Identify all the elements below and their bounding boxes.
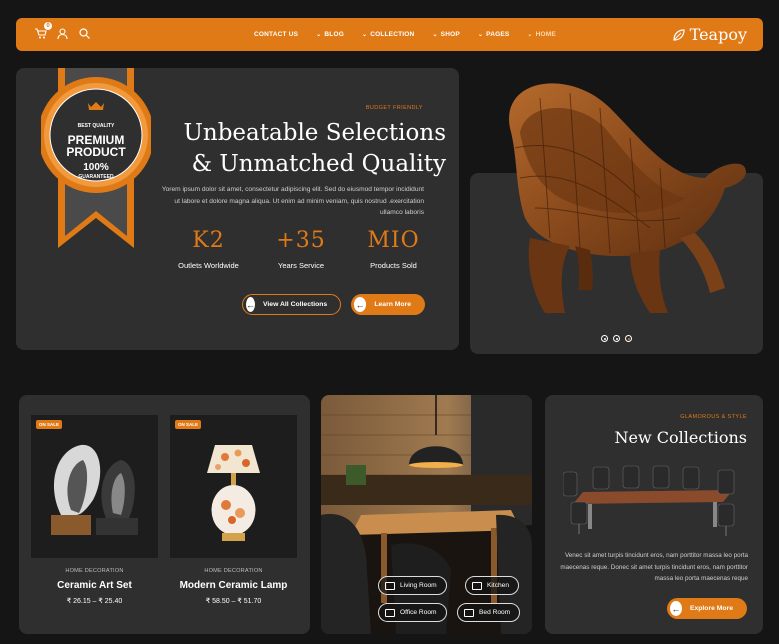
hero-kicker: BUDGET FRIENDLY: [365, 105, 423, 111]
category-tag-living-room[interactable]: Living Room: [378, 576, 447, 595]
hero-description: Yorem ipsum dolor sit amet, consectetur …: [161, 186, 424, 216]
menu-contact-us[interactable]: CONTACT US: [254, 31, 298, 38]
tag-label: Bed Room: [479, 609, 511, 616]
slider-dot-active[interactable]: [625, 335, 632, 342]
new-collections-title: New Collections: [614, 428, 747, 447]
menu-collection[interactable]: ⌄ COLLECTION: [362, 31, 414, 38]
room-categories-card: Living Room Kitchen Office Room Bed Room: [321, 395, 532, 634]
stat-label: Outlets Worldwide: [178, 261, 239, 270]
stat-label: Years Service: [278, 261, 324, 270]
stat-products: MIO Products Sold: [351, 228, 436, 270]
badge-bottom-text: GUARANTEED: [78, 174, 114, 180]
user-icon[interactable]: [56, 27, 69, 40]
category-tag-office-room[interactable]: Office Room: [378, 603, 447, 622]
arrow-left-icon: ←: [246, 297, 255, 312]
product-image[interactable]: ON SALE: [31, 415, 158, 558]
wooden-turtle-chair-image: [480, 68, 750, 328]
stat-value: +35: [276, 228, 326, 253]
product-image[interactable]: ON SALE: [170, 415, 297, 558]
menu-label: BLOG: [324, 31, 344, 38]
menu-label: HOME: [535, 31, 556, 38]
tag-label: Office Room: [400, 609, 437, 616]
learn-more-button[interactable]: ← Learn More: [351, 294, 425, 315]
badge-percent: 100%: [83, 162, 109, 173]
chevron-down-icon: ⌄: [432, 32, 438, 38]
badge-top-text: BEST QUALITY: [77, 123, 115, 129]
kitchen-icon: [472, 581, 482, 590]
tag-label: Living Room: [400, 582, 437, 589]
hero-title: Unbeatable Selections & Unmatched Qualit…: [146, 118, 446, 180]
dining-room-image: [321, 395, 532, 634]
product-name[interactable]: Ceramic Art Set: [31, 580, 158, 591]
product-card[interactable]: ON SALE HOME DECORATION Modern Ceramic L…: [170, 415, 297, 605]
arrow-left-icon: ←: [354, 297, 367, 312]
menu-pages[interactable]: ⌄ PAGES: [478, 31, 510, 38]
cart-icon[interactable]: 0: [34, 22, 52, 40]
product-category: HOME DECORATION: [204, 568, 263, 574]
premium-quality-badge: BEST QUALITY PREMIUM PRODUCT 100% GUARAN…: [38, 68, 154, 258]
stat-years: +35 Years Service: [259, 228, 344, 270]
button-label: View All Collections: [263, 301, 328, 308]
nav-icons: 0: [34, 22, 91, 40]
sale-badge: ON SALE: [36, 420, 63, 429]
desk-icon: [385, 608, 395, 617]
category-tag-bed-room[interactable]: Bed Room: [457, 603, 521, 622]
product-category: HOME DECORATION: [65, 568, 124, 574]
chevron-down-icon: ⌄: [361, 32, 368, 38]
new-collections-kicker: GLAMOROUS & STYLE: [680, 414, 747, 420]
search-icon[interactable]: [78, 27, 91, 40]
sale-badge: ON SALE: [175, 420, 202, 429]
button-label: Explore More: [689, 605, 733, 612]
new-collections-description: Venec sit amet turpis tincidunt eros, na…: [560, 552, 748, 582]
arrow-left-icon: ←: [670, 601, 682, 616]
hero-title-line1: Unbeatable Selections: [183, 120, 446, 146]
menu-blog[interactable]: ⌄ BLOG: [316, 31, 344, 38]
main-menu: CONTACT US ⌄ BLOG ⌄ COLLECTION ⌄ SHOP ⌄ PAGE…: [254, 18, 556, 51]
logo-text: Teapoy: [689, 25, 747, 44]
stat-value: MIO: [367, 228, 420, 253]
slider-dot[interactable]: [613, 335, 620, 342]
menu-label: PAGES: [486, 31, 510, 38]
view-all-collections-button[interactable]: ← View All Collections: [242, 294, 341, 315]
cart-count-badge: 0: [44, 22, 52, 30]
bed-icon: [464, 608, 474, 617]
button-label: Learn More: [374, 301, 411, 308]
leaf-logo-icon: [673, 28, 685, 41]
site-logo[interactable]: Teapoy: [672, 25, 747, 44]
hero-buttons: ← View All Collections ← Learn More: [242, 294, 425, 315]
products-section: ON SALE HOME DECORATION Ceramic Art Set …: [19, 395, 310, 634]
slider-dot[interactable]: [601, 335, 608, 342]
hero-stats: K2 Outlets Worldwide +35 Years Service M…: [166, 228, 436, 270]
product-name[interactable]: Modern Ceramic Lamp: [170, 580, 297, 591]
slider-dots: [601, 335, 632, 342]
stat-value: K2: [192, 228, 225, 253]
hero-section: BEST QUALITY PREMIUM PRODUCT 100% GUARAN…: [16, 68, 459, 350]
top-nav-bar: 0 CONTACT US ⌄ BLOG ⌄ COLLECTION ⌄ SHOP ⌄ PA…: [16, 18, 763, 51]
menu-label: COLLECTION: [370, 31, 415, 38]
menu-home[interactable]: ⌄ HOME: [527, 31, 556, 38]
conference-table-image: [563, 465, 735, 536]
stat-label: Products Sold: [370, 261, 417, 270]
product-price: ₹ 58.50 – ₹ 51.70: [205, 598, 262, 605]
sofa-icon: [385, 581, 395, 590]
chevron-down-icon: ⌄: [316, 32, 322, 38]
category-tag-kitchen[interactable]: Kitchen: [465, 576, 519, 595]
tag-label: Kitchen: [487, 582, 509, 589]
menu-label: SHOP: [440, 31, 460, 38]
hero-title-line2: & Unmatched Quality: [191, 151, 446, 177]
badge-line2: PRODUCT: [66, 145, 126, 159]
menu-shop[interactable]: ⌄ SHOP: [432, 31, 459, 38]
new-collections-card: GLAMOROUS & STYLE New Collections Venec …: [545, 395, 763, 634]
chevron-down-icon: ⌄: [477, 32, 484, 38]
stat-outlets: K2 Outlets Worldwide: [166, 228, 251, 270]
explore-more-button[interactable]: ← Explore More: [667, 598, 747, 619]
product-price: ₹ 26.15 – ₹ 25.40: [66, 598, 123, 605]
chevron-down-icon: ⌄: [527, 32, 533, 38]
menu-label: CONTACT US: [254, 31, 299, 38]
product-card[interactable]: ON SALE HOME DECORATION Ceramic Art Set …: [31, 415, 158, 605]
